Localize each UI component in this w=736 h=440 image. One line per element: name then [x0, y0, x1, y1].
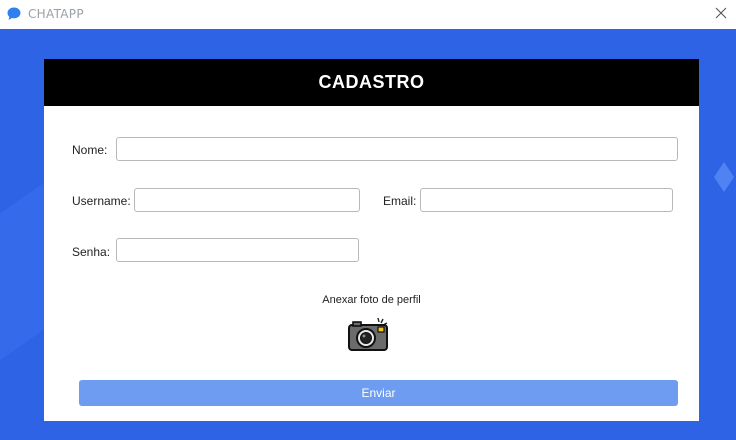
attach-photo-label: Anexar foto de perfil	[322, 294, 421, 306]
submit-button[interactable]: Enviar	[79, 380, 678, 406]
close-icon[interactable]	[712, 4, 730, 22]
senha-input[interactable]	[116, 238, 359, 262]
email-input[interactable]	[420, 188, 673, 212]
title-bar: CHATAPP	[0, 0, 736, 29]
nome-input[interactable]	[116, 137, 678, 161]
username-label: Username:	[72, 194, 131, 208]
email-label: Email:	[383, 194, 417, 208]
diamond-decoration-icon	[714, 162, 734, 192]
signup-card: CADASTRO Nome: Username: Email: Senha: A…	[44, 59, 699, 421]
page-title: CADASTRO	[318, 72, 425, 92]
nome-label: Nome:	[72, 143, 108, 157]
card-header: CADASTRO	[44, 59, 699, 106]
camera-icon[interactable]	[347, 316, 389, 352]
window-title: CHATAPP	[28, 7, 84, 21]
username-input[interactable]	[134, 188, 360, 212]
chat-bubble-icon	[7, 7, 21, 20]
senha-label: Senha:	[72, 245, 111, 259]
